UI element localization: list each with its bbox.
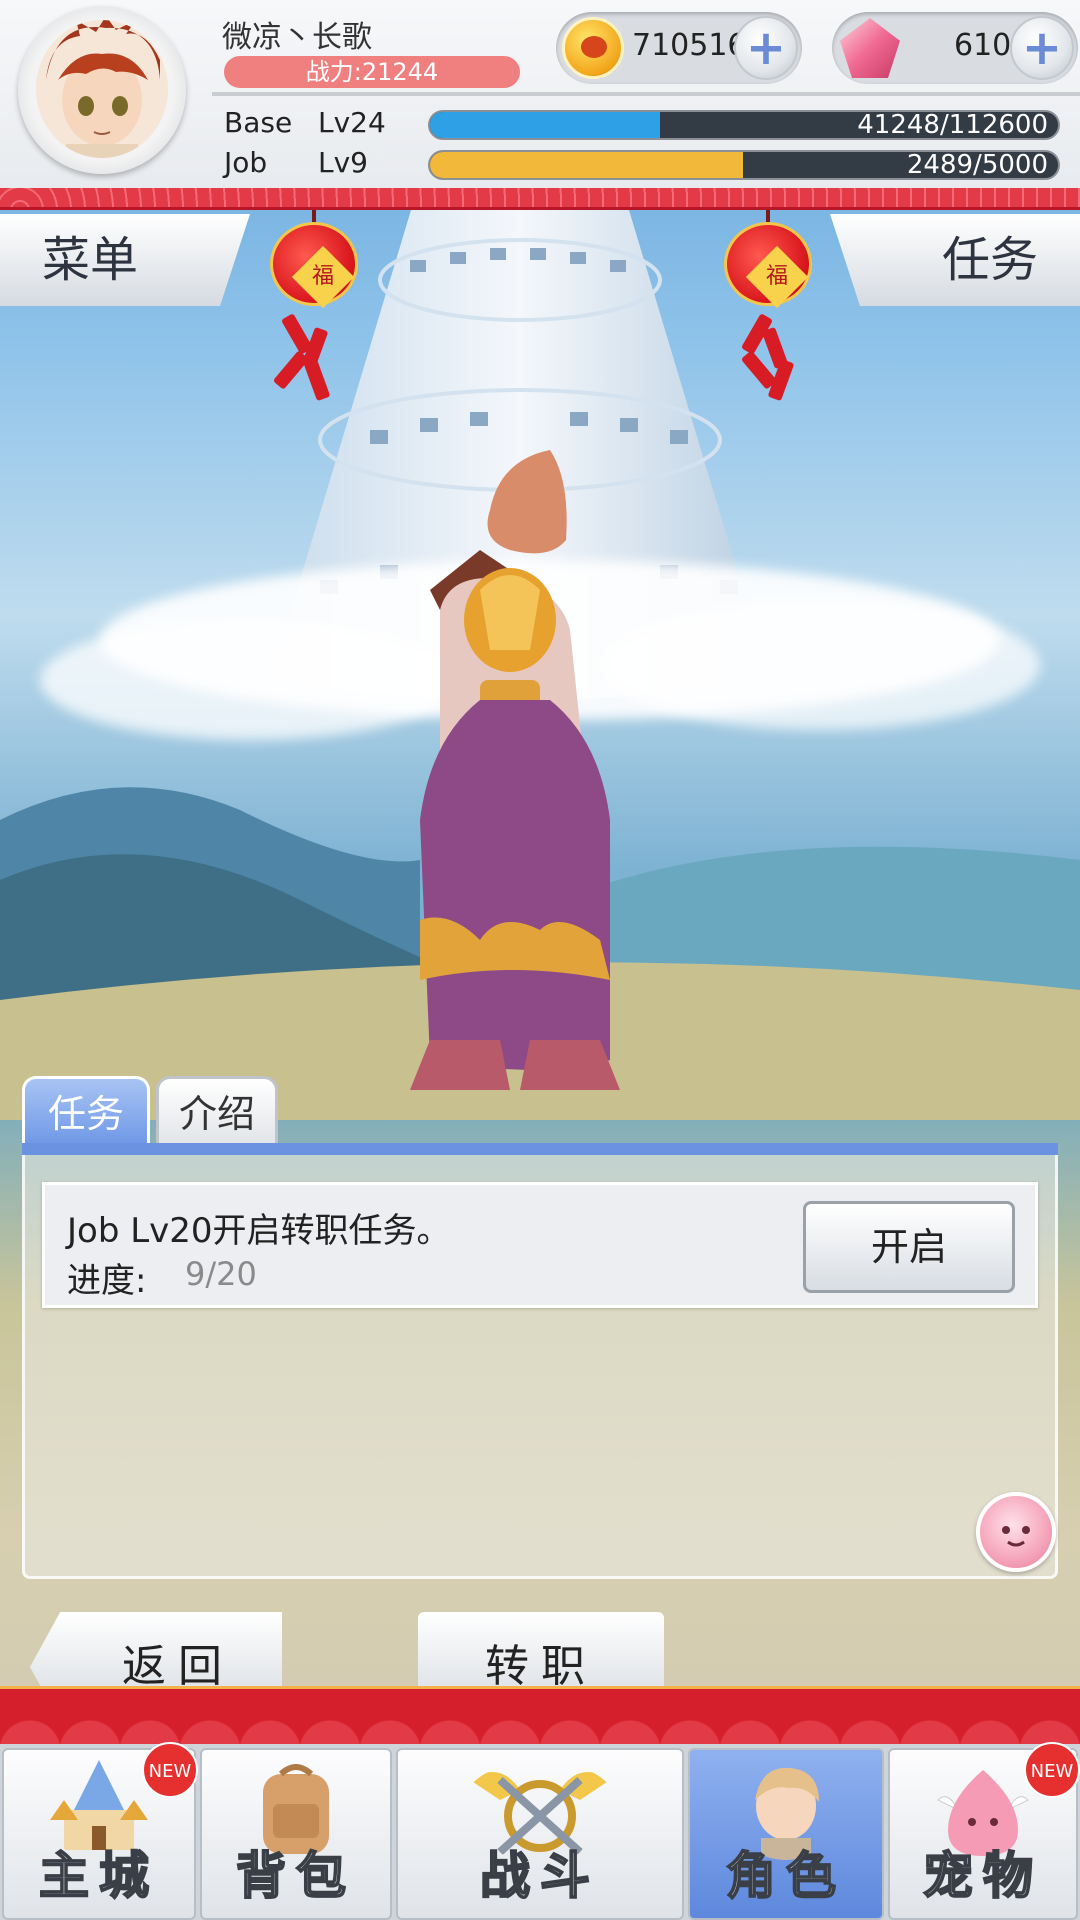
nav-item-pet[interactable]: NEW 宠物 [888,1742,1080,1920]
gold-amount: 710516 [632,28,747,63]
new-badge: NEW [142,1742,198,1798]
header-divider [212,92,1080,96]
player-status-header: 微凉丶长歌 战力:21244 710516 + 610 + Base Lv24 … [0,0,1080,195]
poring-helper-icon[interactable] [976,1492,1056,1572]
base-level: Lv24 [318,106,386,139]
gem-icon [840,18,900,78]
player-name: 微凉丶长歌 [222,20,372,55]
quest-progress-label: 进度: [67,1261,147,1301]
nav-item-character[interactable]: 角色 [688,1748,884,1920]
add-gold-button[interactable]: + [734,16,798,80]
nav-label-main-city: 主城 [38,1846,159,1906]
base-exp-fill [430,112,660,138]
job-level: Lv9 [318,146,368,179]
base-exp-text: 41248/112600 [857,110,1048,140]
lantern-decoration-left: 福 [264,210,364,402]
lantern-char-right: 福 [765,264,788,289]
player-character-model[interactable] [390,440,650,1100]
gold-coin-icon [562,17,624,79]
festive-trim-bottom [0,1686,1080,1748]
player-avatar[interactable] [36,20,168,158]
tab-intro[interactable]: 介绍 [156,1076,278,1146]
lantern-char-left: 福 [311,264,334,289]
gem-amount: 610 [954,28,1012,63]
quest-description: Job Lv20开启转职任务。 [67,1211,451,1251]
gold-currency: 710516 + [556,12,802,84]
nav-label-character: 角色 [725,1846,846,1906]
base-label: Base [224,106,293,139]
nav-label-pet: 宠物 [922,1846,1043,1906]
menu-button[interactable]: 菜单 [0,214,250,306]
job-exp-bar: 2489/5000 [428,150,1060,180]
bottom-navigation: NEW 主城 背包 战斗 角色 NEW 宠物 [0,1742,1080,1920]
nav-item-battle[interactable]: 战斗 [396,1748,684,1920]
base-exp-bar: 41248/112600 [428,110,1060,140]
panel-tab-strip [22,1143,1058,1155]
gem-currency: 610 + [832,12,1078,84]
new-badge: NEW [1024,1742,1080,1798]
job-exp-fill [430,152,743,178]
nav-label-battle: 战斗 [479,1846,600,1906]
job-label: Job [224,146,268,179]
task-button[interactable]: 任务 [830,214,1080,306]
start-quest-button[interactable]: 开启 [803,1201,1015,1293]
lantern-decoration-right: 福 [718,210,818,402]
festive-trim-top [0,188,1080,210]
tab-task[interactable]: 任务 [22,1076,150,1146]
quest-card: Job Lv20开启转职任务。 进度: 9/20 开启 [42,1182,1038,1308]
nav-item-main-city[interactable]: NEW 主城 [2,1742,198,1920]
nav-label-backpack: 背包 [235,1846,356,1906]
job-exp-text: 2489/5000 [906,150,1048,180]
plus-icon: + [1021,20,1063,76]
plus-icon: + [745,20,787,76]
quest-progress-value: 9/20 [185,1255,257,1293]
add-gems-button[interactable]: + [1010,16,1074,80]
combat-power-badge: 战力:21244 [224,56,520,88]
nav-item-backpack[interactable]: 背包 [200,1748,392,1920]
